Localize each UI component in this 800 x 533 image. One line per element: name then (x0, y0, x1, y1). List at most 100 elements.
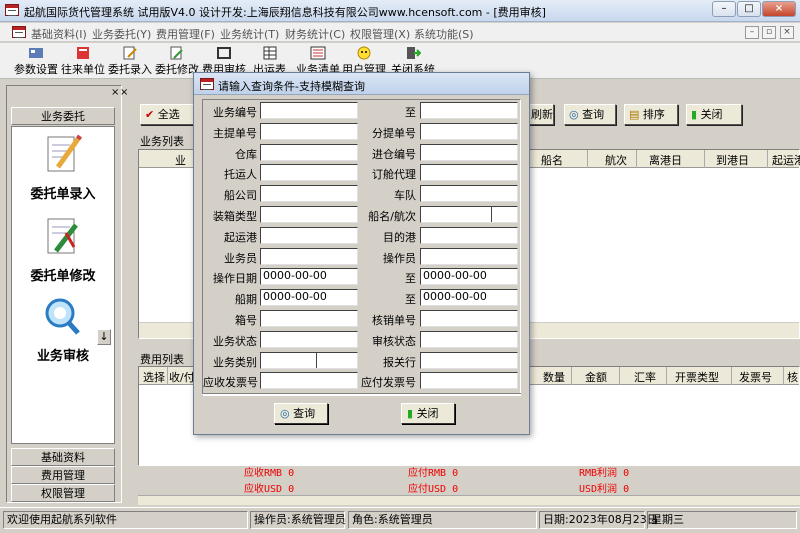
nav-tab-permission[interactable]: 权限管理 (11, 484, 115, 502)
title-bar: 起航国际货代管理系统 试用版V4.0 设计开发:上海辰翔信息科技有限公司www.… (0, 0, 800, 22)
query-field-input[interactable] (260, 330, 358, 348)
nav-item-biz-audit[interactable]: 业务审核 (12, 345, 114, 364)
main-close-icon[interactable]: × (120, 87, 128, 98)
menu-finance-stats[interactable]: 财务统计(C) (285, 26, 345, 42)
menu-biz-stats[interactable]: 业务统计(T) (220, 26, 279, 42)
close-button[interactable]: × (762, 1, 796, 17)
biz-col-header[interactable]: 到港日 (716, 152, 749, 168)
query-field-input[interactable]: 0000-00-00 (420, 268, 518, 286)
mdi-minimize-button[interactable]: – (745, 26, 759, 39)
fee-col-header[interactable]: 金额 (585, 369, 607, 385)
query-field-input[interactable] (260, 247, 358, 265)
query-field-input[interactable] (260, 164, 358, 182)
query-dialog: 请输入查询条件-支持模糊查询 业务编号至主提单号 分提单号 仓库 进仓编号 托运人 订舱代… (193, 72, 530, 435)
field-label: 操作日期 (213, 272, 257, 286)
list-icon (310, 46, 326, 60)
nav-tab-basic-data[interactable]: 基础资料 (11, 448, 115, 466)
dialog-title-bar: 请输入查询条件-支持模糊查询 (194, 73, 529, 95)
query-field-input[interactable] (420, 102, 518, 119)
select-all-button[interactable]: ✔ 全选 (140, 104, 198, 125)
query-field-input[interactable] (260, 351, 358, 369)
nav-tab-fee-mgmt[interactable]: 费用管理 (11, 466, 115, 484)
query-field-input[interactable] (420, 164, 518, 182)
maximize-button[interactable]: □ (737, 1, 761, 17)
fee-col-header[interactable]: 收/付 (169, 369, 195, 385)
field-label: 业务类别 (213, 355, 257, 369)
query-field-input[interactable] (420, 310, 518, 327)
query-field-input[interactable] (420, 351, 518, 369)
query-field-input[interactable]: 0000-00-00 (260, 289, 358, 307)
fee-col-header[interactable]: 核 (787, 369, 798, 385)
query-field-input[interactable]: 0000-00-00 (260, 268, 358, 286)
query-button[interactable]: ◎ 查询 (564, 104, 616, 125)
query-field-input[interactable] (260, 122, 358, 140)
status-date: 日期:2023年08月23日 (539, 511, 658, 529)
query-field-input[interactable] (260, 372, 358, 390)
dialog-close-button[interactable]: ▮ 关闭 (401, 403, 455, 424)
field-label: 业务状态 (213, 334, 257, 348)
fee-list-title: 费用列表 (140, 353, 184, 366)
scroll-down-icon[interactable]: ↓ (97, 329, 111, 345)
query-field-input[interactable]: 0000-00-00 (420, 289, 518, 307)
query-field-input[interactable] (420, 330, 518, 348)
query-field-input[interactable] (420, 185, 518, 203)
query-field-input[interactable] (420, 226, 518, 244)
toolbar-order-entry[interactable]: 委托录入 (108, 46, 152, 77)
dialog-query-button[interactable]: ◎ 查询 (274, 403, 328, 424)
main-close-button[interactable]: ▮ 关闭 (686, 104, 742, 125)
fee-col-header[interactable]: 数量 (543, 369, 565, 385)
query-field-input[interactable] (260, 206, 358, 223)
menu-basic-data[interactable]: 基础资料(I) (31, 26, 87, 42)
query-field-input[interactable] (420, 122, 518, 140)
left-nav-panel: × 业务委托 委托单录入 委托单修改 业务审核 ↓ 基础资料 费用管理 权限管理 (6, 85, 122, 503)
query-field-input[interactable] (420, 143, 518, 161)
fee-col-header[interactable]: 发票号 (739, 369, 772, 385)
query-field-input[interactable] (260, 143, 358, 161)
recv-rmb-total: 应收RMB 0 (244, 468, 295, 479)
minimize-button[interactable]: – (712, 1, 736, 17)
query-field-input[interactable] (260, 185, 358, 203)
field-label: 应付发票号 (361, 376, 416, 390)
biz-col-header[interactable]: 业 (175, 152, 186, 168)
query-field-input[interactable] (260, 310, 358, 327)
toolbar-partners[interactable]: 往来单位 (61, 46, 105, 77)
toolbar-settings[interactable]: 参数设置 (14, 46, 58, 77)
biz-col-header[interactable]: 离港日 (649, 152, 682, 168)
col-separator (731, 367, 732, 385)
biz-col-header[interactable]: 起运港 (772, 152, 800, 168)
exit-icon: ▮ (691, 108, 698, 121)
biz-col-header[interactable]: 船名 (541, 152, 563, 168)
nav-section-business[interactable]: 业务委托 (11, 107, 115, 125)
menu-fee[interactable]: 费用管理(F) (156, 26, 215, 42)
field-label: 应收发票号 (203, 376, 258, 390)
fee-grid-hscrollbar[interactable] (138, 495, 800, 505)
mdi-restore-button[interactable]: ▫ (762, 26, 776, 39)
menu-permission[interactable]: 权限管理(X) (350, 26, 410, 42)
query-field-input[interactable] (260, 102, 358, 119)
status-welcome: 欢迎使用起航系列软件 (3, 511, 248, 529)
panel-close-icon[interactable]: × (111, 87, 119, 98)
fee-col-header[interactable]: 选择 (143, 369, 165, 385)
menu-system[interactable]: 系统功能(S) (414, 26, 474, 42)
fee-col-header[interactable]: 汇率 (634, 369, 656, 385)
sort-button[interactable]: ▤ 排序 (624, 104, 678, 125)
query-field-input[interactable] (420, 247, 518, 265)
menu-business[interactable]: 业务委托(Y) (92, 26, 151, 42)
nav-item-order-entry[interactable]: 委托单录入 (12, 183, 114, 202)
query-field-input[interactable] (260, 226, 358, 244)
query-field-input[interactable] (420, 372, 518, 390)
toolbar-label: 委托录入 (108, 63, 152, 76)
nav-item-order-edit[interactable]: 委托单修改 (12, 265, 114, 284)
profit-rmb-total: RMB利润 0 (579, 468, 630, 479)
biz-col-header[interactable]: 航次 (605, 152, 627, 168)
fee-col-header[interactable]: 开票类型 (675, 369, 719, 385)
magnifier-icon: ◎ (569, 108, 579, 121)
field-label: 业务员 (224, 251, 257, 265)
exit-icon: ▮ (407, 407, 414, 420)
mdi-close-button[interactable]: × (780, 26, 794, 39)
biz-list-title: 业务列表 (140, 135, 184, 148)
status-operator: 操作员:系统管理员 (250, 511, 346, 529)
refresh-button[interactable]: 刷新 (526, 104, 554, 125)
partners-icon (77, 47, 89, 59)
query-field-input[interactable] (420, 206, 518, 223)
